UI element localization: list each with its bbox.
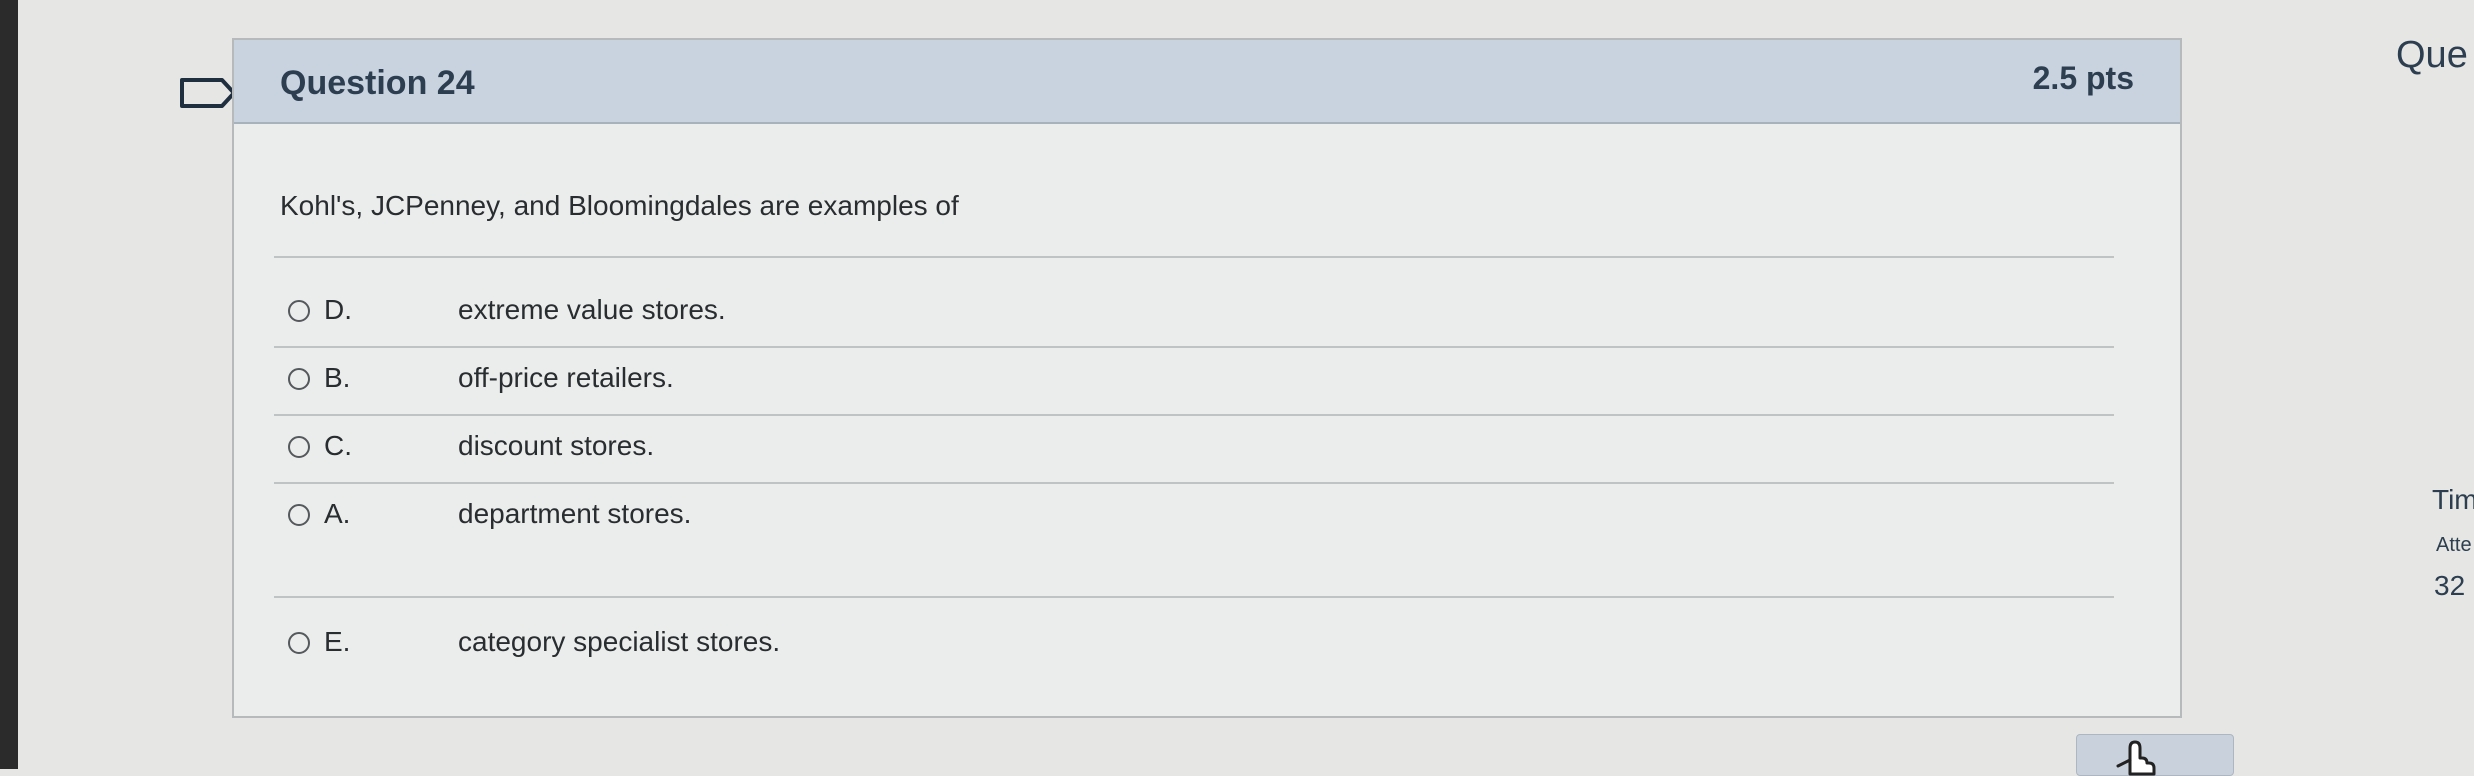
answer-text: category specialist stores. xyxy=(458,626,781,657)
question-card: Question 24 2.5 pts Kohl's, JCPenney, an… xyxy=(232,38,2182,718)
sidebar-title: Que xyxy=(2396,34,2468,76)
answer-option-d[interactable]: D. extreme value stores. xyxy=(274,286,2114,346)
flag-icon[interactable] xyxy=(178,76,238,110)
divider xyxy=(274,414,2114,416)
answer-option-b[interactable]: B. off-price retailers. xyxy=(274,354,2114,414)
answer-option-a[interactable]: A. department stores. xyxy=(274,490,2114,550)
radio-button[interactable] xyxy=(288,436,310,458)
sidebar-value: 32 xyxy=(2434,570,2466,601)
divider xyxy=(274,256,2114,258)
radio-button[interactable] xyxy=(288,632,310,654)
answer-letter: E. xyxy=(324,626,351,657)
question-prompt: Kohl's, JCPenney, and Bloomingdales are … xyxy=(280,190,959,221)
screen-edge xyxy=(0,0,18,769)
divider xyxy=(274,482,2114,484)
answer-letter: C. xyxy=(324,430,352,461)
question-title: Question 24 xyxy=(280,64,475,102)
answer-text: off-price retailers. xyxy=(458,362,674,393)
question-header: Question 24 2.5 pts xyxy=(234,40,2180,124)
answer-letter: D. xyxy=(324,294,352,325)
radio-button[interactable] xyxy=(288,368,310,390)
answer-letter: A. xyxy=(324,498,351,529)
divider xyxy=(274,346,2114,348)
question-points: 2.5 pts xyxy=(2032,60,2134,96)
answer-option-e[interactable]: E. category specialist stores. xyxy=(274,618,2114,678)
radio-button[interactable] xyxy=(288,300,310,322)
answer-text: department stores. xyxy=(458,498,692,529)
divider xyxy=(274,596,2114,598)
answer-option-c[interactable]: C. discount stores. xyxy=(274,422,2114,482)
radio-button[interactable] xyxy=(288,504,310,526)
answer-letter: B. xyxy=(324,362,351,393)
hand-pointer-icon xyxy=(2116,740,2156,776)
answer-text: extreme value stores. xyxy=(458,294,726,325)
sidebar-time-label: Tim xyxy=(2432,484,2474,515)
sidebar-attempt-label: Atte xyxy=(2436,534,2472,556)
answer-text: discount stores. xyxy=(458,430,655,461)
